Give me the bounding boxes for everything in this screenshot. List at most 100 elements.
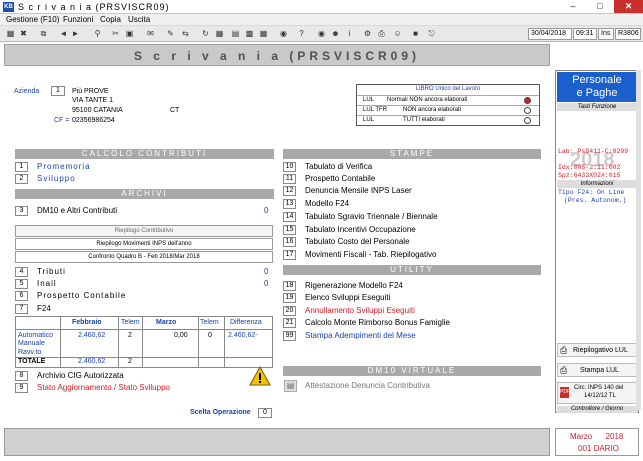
paste-icon[interactable]: ▣	[124, 28, 135, 39]
globe-icon[interactable]: ◉	[316, 28, 327, 39]
minimize-icon[interactable]: –	[560, 0, 586, 13]
riepilogativo-lul-button[interactable]: ⎙ Riepilogativo LUL	[557, 343, 637, 357]
menu-item-inail[interactable]: Inail	[37, 279, 57, 288]
copy-icon[interactable]: ⧉	[38, 28, 49, 39]
menu-uscita[interactable]: Uscita	[128, 15, 150, 24]
item-number[interactable]: 8	[15, 371, 28, 381]
lock-icon[interactable]: ■	[410, 28, 421, 39]
item-number[interactable]: 19	[283, 293, 296, 303]
search-icon[interactable]: ⚲	[92, 28, 103, 39]
help-icon[interactable]: ?	[296, 28, 307, 39]
item-number[interactable]: 18	[283, 281, 296, 291]
row-label: TOTALE	[18, 358, 46, 365]
user-icon[interactable]: ☺	[392, 28, 403, 39]
camera-icon[interactable]: ◉	[278, 28, 289, 39]
item-number[interactable]: 2	[15, 174, 28, 184]
riepilogo-movimenti-button[interactable]: Riepilogo Movimenti INPS dell'anno	[15, 238, 273, 250]
menu-item-costo-personale[interactable]: Tabulato Costo del Personale	[305, 237, 410, 246]
menu-item-dm10[interactable]: DM10 e Altri Contributi	[37, 206, 117, 215]
calc-icon[interactable]: ▤	[230, 28, 241, 39]
tasti-funzione-label: Tasti Funzione	[557, 103, 637, 111]
item-number[interactable]: 21	[283, 318, 296, 328]
item-number[interactable]: 5	[15, 279, 28, 289]
item-number[interactable]: 12	[283, 186, 296, 196]
menu-item-stampa-adempimenti[interactable]: Stampa Adempimenti del Mese	[305, 331, 416, 340]
menu-gestione[interactable]: Gestione (F10)	[6, 15, 59, 24]
item-number[interactable]: 20	[283, 306, 296, 316]
menu-item-f24[interactable]: F24	[37, 304, 51, 313]
menu-item-modello-f24[interactable]: Modello F24	[305, 199, 349, 208]
menu-funzioni[interactable]: Funzioni	[63, 15, 93, 24]
item-number[interactable]: 1	[15, 162, 28, 172]
menu-item-prospetto-contabile[interactable]: Prospetto Contabile	[305, 174, 375, 183]
item-number[interactable]: 4	[15, 267, 28, 277]
scelta-input[interactable]: 0	[258, 408, 272, 418]
save-icon[interactable]: ▦	[5, 28, 16, 39]
menu-item-promemoria[interactable]: Promemoria	[37, 162, 91, 171]
menu-copia[interactable]: Copia	[100, 15, 121, 24]
azienda-code[interactable]: 1	[51, 86, 65, 96]
info-icon[interactable]: i	[344, 28, 355, 39]
circ-inps-button[interactable]: PDF Circ. INPS 140 del 14/12/12 TL	[557, 382, 637, 404]
refresh-icon[interactable]: ↻	[200, 28, 211, 39]
libro-panel: LIBRO Unico del Lavoro LUL Normali NON a…	[356, 84, 540, 126]
close-icon[interactable]: ✕	[614, 0, 643, 13]
forward-arrow-icon[interactable]: ►	[70, 28, 81, 39]
menu-item-denuncia-inps[interactable]: Denuncia Mensile INPS Laser	[305, 186, 412, 195]
riepilogativo-lul-label: Riepilogativo LUL	[573, 347, 628, 354]
personale-title: Personale	[572, 74, 622, 86]
exit-icon[interactable]: ⎋	[426, 28, 437, 39]
maximize-icon[interactable]: □	[587, 0, 613, 13]
item-number[interactable]: 3	[15, 206, 28, 216]
libro-row[interactable]: LUL Normali NON ancora elaborati	[357, 95, 539, 105]
chart-icon[interactable]: ▩	[244, 28, 255, 39]
item-number[interactable]: 13	[283, 199, 296, 209]
mail-icon[interactable]: ✉	[145, 28, 156, 39]
menu-item-stato-aggiornamento[interactable]: Stato Aggiornamento / Stato Sviluppo	[37, 383, 170, 392]
menu-item-incentivi[interactable]: Tabulato Incentivi Occupazione	[305, 225, 416, 234]
item-number[interactable]: 10	[283, 162, 296, 172]
grid-icon[interactable]: ▦	[214, 28, 225, 39]
confronto-quadro-button[interactable]: Confronto Quadro B - Feb 2018/Mar 2018	[15, 251, 273, 263]
menu-item-prospetto[interactable]: Prospetto Contabile	[37, 291, 126, 300]
menu-item-tabulato-verifica[interactable]: Tabulato di Verifica	[305, 162, 372, 171]
libro-row[interactable]: LUL TUTTI elaborati	[357, 115, 539, 125]
menu-item-rigenerazione-f24[interactable]: Rigenerazione Modello F24	[305, 281, 403, 290]
menu-item-annullamento[interactable]: Annullamento Sviluppi Eseguiti	[305, 306, 415, 315]
item-number[interactable]: 9	[15, 383, 28, 393]
tool-icon[interactable]: ⚙	[362, 28, 373, 39]
menu-item-sgravio[interactable]: Tabulato Sgravio Triennale / Biennale	[305, 212, 438, 221]
item-number[interactable]: 7	[15, 304, 28, 314]
libro-row[interactable]: LUL TFR NON ancora elaborati	[357, 105, 539, 115]
code-display: R3806	[615, 28, 641, 40]
item-number[interactable]: 16	[283, 237, 296, 247]
item-number[interactable]: 15	[283, 225, 296, 235]
idx-line: Idx:005-2:11:002	[558, 164, 621, 171]
period-month: Marzo 2018	[570, 432, 624, 441]
cut-icon[interactable]: ✂	[110, 28, 121, 39]
item-number[interactable]: 6	[15, 291, 28, 301]
item-number[interactable]: 11	[283, 174, 296, 184]
stampa-lul-button[interactable]: ⎙ Stampa LUL	[557, 363, 637, 377]
warning-icon[interactable]	[249, 366, 271, 386]
arrows-icon[interactable]: ⇆	[180, 28, 191, 39]
menu-item-attestazione[interactable]: Attestazione Denuncia Contributiva	[305, 381, 430, 390]
menu-item-monte-rimborso[interactable]: Calcolo Monte Rimborso Bonus Famiglie	[305, 318, 450, 327]
menu-item-movimenti-fiscali[interactable]: Movimenti Fiscali - Tab. Riepilogativo	[305, 250, 436, 259]
menu-item-sviluppo[interactable]: Sviluppo	[37, 174, 76, 183]
people-icon[interactable]: ☻	[330, 28, 341, 39]
document-icon[interactable]: ▤	[284, 380, 297, 392]
item-number[interactable]: 99	[283, 331, 296, 341]
pen-icon[interactable]: ✎	[165, 28, 176, 39]
right-scrollbar[interactable]	[636, 70, 641, 410]
menu-item-tributi[interactable]: Tributi	[37, 267, 66, 276]
item-number[interactable]: 17	[283, 250, 296, 260]
menu-item-elenco-sviluppi[interactable]: Elenco Sviluppi Eseguiti	[305, 293, 390, 302]
menu-item-archivio-cig[interactable]: Archivio CIG Autorizzata	[37, 371, 124, 380]
calendar-icon[interactable]: ▦	[258, 28, 269, 39]
close-doc-icon[interactable]: ✖	[18, 28, 29, 39]
back-arrow-icon[interactable]: ◄	[58, 28, 69, 39]
section-dm10-virtuale: DM10 VIRTUALE	[283, 366, 541, 376]
item-number[interactable]: 14	[283, 212, 296, 222]
print-icon[interactable]: ⎙	[376, 28, 387, 39]
